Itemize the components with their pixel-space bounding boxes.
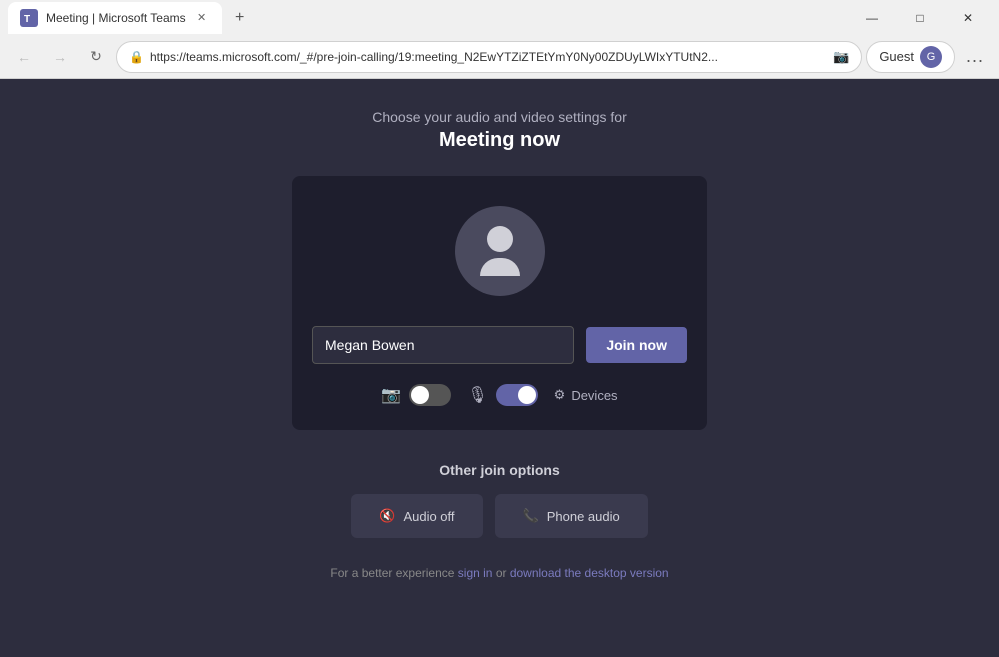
tab-close-button[interactable]: ✕ [194, 10, 210, 26]
join-options-row: 🔇 Audio off 📞 Phone audio [351, 494, 647, 538]
phone-icon: 📞 [523, 508, 539, 524]
download-link[interactable]: download the desktop version [510, 566, 669, 580]
address-text: https://teams.microsoft.com/_#/pre-join-… [150, 50, 827, 64]
sign-in-link[interactable]: sign in [458, 566, 493, 580]
phone-audio-button[interactable]: 📞 Phone audio [495, 494, 648, 538]
avatar-icon [480, 226, 520, 276]
guest-profile-button[interactable]: Guest G [866, 41, 955, 73]
video-off-icon: 📷 [381, 385, 401, 405]
user-avatar [455, 206, 545, 296]
page-subtitle: Choose your audio and video settings for [372, 109, 627, 125]
video-toggle-knob [411, 386, 429, 404]
footer-text-middle: or [492, 566, 509, 580]
mic-icon: 🎙 [467, 385, 487, 405]
camera-address-icon: 📷 [833, 49, 849, 65]
address-bar[interactable]: 🔒 https://teams.microsoft.com/_#/pre-joi… [116, 41, 862, 73]
close-window-button[interactable]: ✕ [945, 0, 991, 35]
avatar-body [480, 258, 520, 276]
avatar-head [487, 226, 513, 252]
devices-label: Devices [571, 388, 617, 403]
controls-row: 📷 🎙 ⚙ Devices [381, 384, 617, 406]
window-controls: — □ ✕ [849, 0, 991, 35]
page-content: Choose your audio and video settings for… [0, 79, 999, 657]
minimize-button[interactable]: — [849, 0, 895, 35]
gear-icon: ⚙ [554, 387, 566, 403]
tab-title: Meeting | Microsoft Teams [46, 11, 186, 25]
meeting-card: Join now 📷 🎙 ⚙ Devices [292, 176, 707, 430]
guest-avatar: G [920, 46, 942, 68]
svg-text:T: T [24, 14, 30, 25]
mic-control: 🎙 [467, 384, 537, 406]
mic-toggle[interactable] [496, 384, 538, 406]
page-title: Meeting now [439, 129, 560, 152]
title-bar: T Meeting | Microsoft Teams ✕ + — □ ✕ [0, 0, 999, 35]
forward-button[interactable]: → [44, 41, 76, 73]
join-now-button[interactable]: Join now [586, 327, 687, 363]
lock-icon: 🔒 [129, 50, 144, 64]
display-name-input[interactable] [312, 326, 574, 364]
browser-more-button[interactable]: ... [959, 41, 991, 73]
devices-button[interactable]: ⚙ Devices [554, 387, 618, 403]
new-tab-button[interactable]: + [226, 4, 254, 32]
guest-label: Guest [879, 49, 914, 64]
audio-off-button[interactable]: 🔇 Audio off [351, 494, 482, 538]
phone-audio-label: Phone audio [547, 509, 620, 524]
teams-favicon: T [20, 9, 38, 27]
name-join-row: Join now [312, 326, 687, 364]
footer-text-before: For a better experience [330, 566, 457, 580]
audio-off-label: Audio off [403, 509, 454, 524]
mic-toggle-knob [518, 386, 536, 404]
refresh-button[interactable]: ↻ [80, 41, 112, 73]
maximize-button[interactable]: □ [897, 0, 943, 35]
back-button[interactable]: ← [8, 41, 40, 73]
browser-chrome: T Meeting | Microsoft Teams ✕ + — □ ✕ ← … [0, 0, 999, 79]
active-tab[interactable]: T Meeting | Microsoft Teams ✕ [8, 2, 222, 34]
footer-text: For a better experience sign in or downl… [330, 566, 668, 580]
audio-off-icon: 🔇 [379, 508, 395, 524]
video-toggle[interactable] [409, 384, 451, 406]
tab-bar: T Meeting | Microsoft Teams ✕ + [8, 2, 849, 34]
other-options-title: Other join options [439, 462, 560, 478]
address-bar-row: ← → ↻ 🔒 https://teams.microsoft.com/_#/p… [0, 35, 999, 79]
video-control: 📷 [381, 384, 451, 406]
